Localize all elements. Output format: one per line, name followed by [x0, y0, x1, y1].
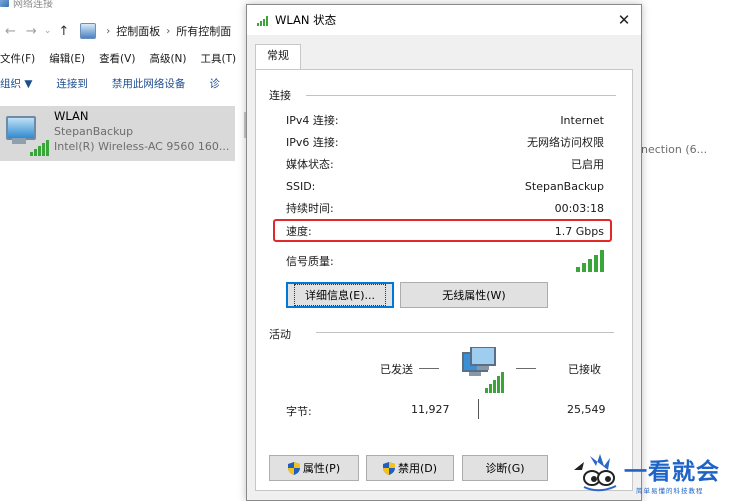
breadcrumb-chevron-icon: › — [106, 25, 111, 37]
back-arrow-icon[interactable]: ← — [5, 24, 16, 39]
group-divider — [306, 95, 616, 96]
disable-device-button[interactable]: 禁用此网络设备 — [112, 76, 186, 94]
signal-quality-label: 信号质量: — [286, 255, 334, 268]
ipv6-label: IPv6 连接: — [286, 136, 339, 149]
dialog-title-bar: WLAN 状态 ✕ — [247, 5, 641, 35]
bytes-label: 字节: — [286, 405, 312, 418]
speed-value: 1.7 Gbps — [554, 224, 604, 238]
brand-watermark: 一看就会 简单易懂的科技教程 — [568, 448, 734, 500]
brand-name: 一看就会 — [624, 459, 720, 485]
signal-quality-row: 信号质量: — [286, 250, 604, 272]
menu-file[interactable]: 文件(F) — [0, 51, 35, 69]
connection-name: WLAN — [54, 109, 89, 123]
bytes-received-value: 25,549 — [567, 403, 606, 416]
control-panel-icon — [80, 23, 97, 39]
ssid-label: SSID: — [286, 179, 316, 193]
properties-button[interactable]: 属性(P) — [269, 455, 359, 481]
duration-row: 持续时间: 00:03:18 — [286, 199, 604, 217]
connection-ssid: StepanBackup — [54, 125, 134, 138]
ssid-value: StepanBackup — [524, 179, 604, 193]
wlan-connection-item[interactable]: WLAN StepanBackup Intel(R) Wireless-AC 9… — [0, 106, 235, 161]
breadcrumb-chevron-icon: › — [166, 25, 171, 37]
ipv4-value: Internet — [560, 113, 604, 127]
uac-shield-icon — [382, 461, 395, 475]
details-button[interactable]: 详细信息(E)... — [286, 282, 394, 308]
forward-arrow-icon[interactable]: → — [26, 24, 37, 39]
group-divider — [316, 332, 614, 333]
explorer-title-bar: 网络连接 — [0, 0, 53, 10]
wireless-adapter-icon — [2, 110, 52, 160]
menu-advanced[interactable]: 高级(N) — [149, 51, 186, 69]
duration-label: 持续时间: — [286, 202, 334, 215]
ssid-row: SSID: StepanBackup — [286, 177, 604, 195]
speed-label: 速度: — [286, 225, 312, 238]
menu-view[interactable]: 查看(V) — [99, 51, 135, 69]
sent-line — [419, 368, 439, 369]
connection-group-label: 连接 — [269, 89, 291, 102]
command-bar: 组织 ▼ 连接到 禁用此网络设备 诊 — [0, 76, 220, 94]
media-state-value: 已启用 — [571, 158, 604, 171]
cartoon-eyes-logo — [574, 454, 617, 492]
details-button-label: 详细信息(E)... — [293, 284, 387, 306]
uac-shield-icon — [287, 461, 300, 475]
ipv6-value: 无网络访问权限 — [527, 136, 604, 149]
disable-button-label: 禁用(D) — [397, 462, 438, 475]
close-icon[interactable]: ✕ — [613, 9, 635, 31]
diagnose-button-label: 诊断(G) — [485, 462, 525, 475]
breadcrumb-all-control-items[interactable]: 所有控制面 — [176, 23, 231, 39]
received-label: 已接收 — [568, 363, 601, 376]
media-state-row: 媒体状态: 已启用 — [286, 155, 604, 173]
wireless-properties-label: 无线属性(W) — [442, 289, 506, 302]
network-folder-icon — [0, 0, 9, 7]
general-tab-panel: 连接 IPv4 连接: Internet IPv6 连接: 无网络访问权限 媒体… — [255, 69, 633, 491]
brand-slogan: 简单易懂的科技教程 — [636, 487, 704, 495]
ipv6-row: IPv6 连接: 无网络访问权限 — [286, 133, 604, 151]
disable-button[interactable]: 禁用(D) — [366, 455, 454, 481]
menu-bar: 文件(F) 编辑(E) 查看(V) 高级(N) 工具(T) — [0, 51, 236, 69]
other-connection-label[interactable]: nnection (6... — [634, 143, 707, 156]
diagnose-button[interactable]: 诊断(G) — [462, 455, 548, 481]
duration-value: 00:03:18 — [554, 201, 604, 215]
bytes-divider — [478, 399, 479, 419]
organize-button[interactable]: 组织 ▼ — [0, 76, 32, 94]
sent-label: 已发送 — [380, 363, 413, 376]
signal-strength-icon — [576, 250, 604, 272]
menu-tools[interactable]: 工具(T) — [201, 51, 237, 69]
explorer-title: 网络连接 — [13, 0, 53, 10]
up-arrow-icon[interactable]: ↑ — [58, 24, 69, 39]
connect-to-button[interactable]: 连接到 — [56, 76, 88, 94]
address-bar: ← → ⌄ ↑ › 控制面板 › 所有控制面 — [0, 20, 231, 42]
speed-row: 速度: 1.7 Gbps — [286, 222, 604, 240]
received-line — [516, 368, 536, 369]
wifi-signal-icon — [257, 15, 268, 26]
ipv4-row: IPv4 连接: Internet — [286, 111, 604, 129]
activity-group-label: 活动 — [269, 328, 291, 341]
breadcrumb-control-panel[interactable]: 控制面板 — [116, 23, 160, 39]
ipv4-label: IPv4 连接: — [286, 114, 339, 127]
diagnose-command-button[interactable]: 诊 — [209, 76, 220, 94]
menu-edit[interactable]: 编辑(E) — [49, 51, 85, 69]
properties-button-label: 属性(P) — [302, 462, 341, 475]
dialog-title: WLAN 状态 — [275, 13, 337, 27]
dropdown-chevron-icon[interactable]: ⌄ — [44, 26, 52, 36]
media-state-label: 媒体状态: — [286, 158, 334, 171]
wlan-status-dialog: WLAN 状态 ✕ 常规 连接 IPv4 连接: Internet IPv6 连… — [246, 4, 642, 501]
network-activity-icon — [462, 347, 504, 393]
wireless-properties-button[interactable]: 无线属性(W) — [400, 282, 548, 308]
bytes-sent-value: 11,927 — [411, 403, 450, 416]
connection-adapter: Intel(R) Wireless-AC 9560 160... — [54, 140, 230, 153]
tab-general[interactable]: 常规 — [255, 44, 301, 71]
